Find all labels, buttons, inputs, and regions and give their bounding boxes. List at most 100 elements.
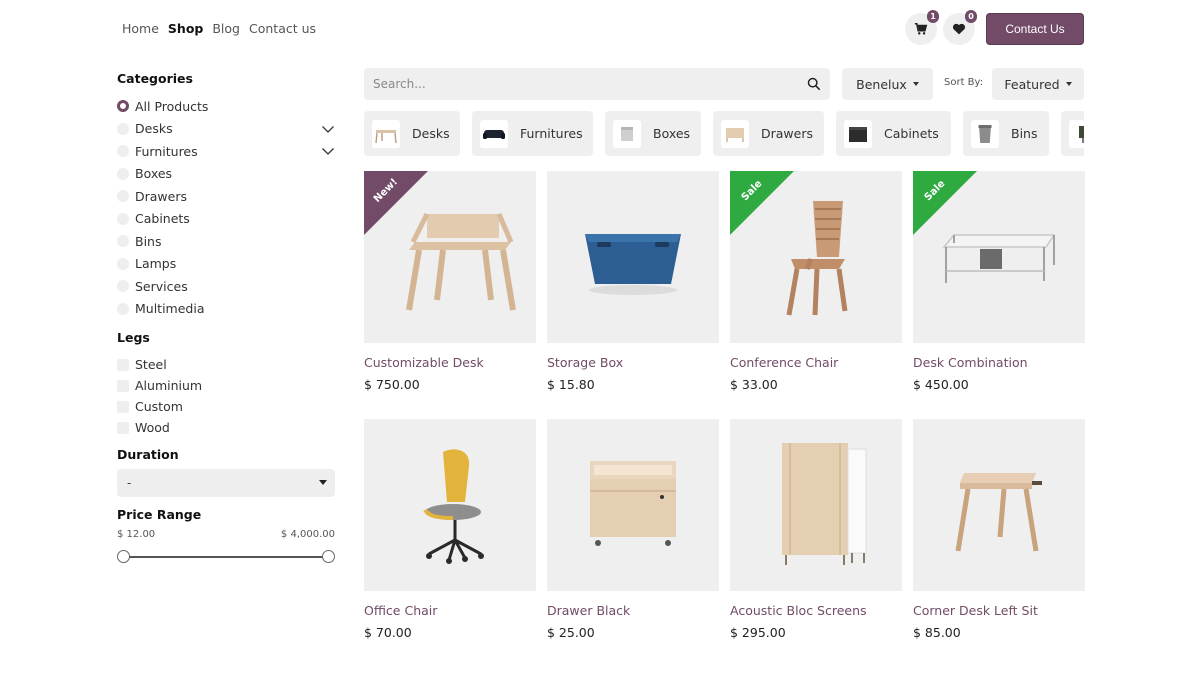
nav-home[interactable]: Home	[122, 20, 159, 38]
category-item[interactable]: Lamps	[117, 253, 335, 276]
sort-dropdown[interactable]: Featured	[992, 68, 1084, 100]
category-label: Bins	[135, 233, 162, 249]
product-name[interactable]: Corner Desk Left Sit	[913, 603, 1085, 619]
chip-furnitures[interactable]: Furnitures	[472, 111, 593, 156]
radio[interactable]	[117, 122, 129, 135]
wishlist-button[interactable]: 0	[943, 10, 977, 45]
chip-boxes[interactable]: Boxes	[605, 111, 701, 156]
chip-cabinets[interactable]: Cabinets	[836, 111, 951, 156]
category-item[interactable]: Drawers	[117, 185, 335, 208]
product-name[interactable]: Acoustic Bloc Screens	[730, 603, 902, 619]
chevron-down-icon[interactable]	[321, 122, 335, 136]
checkbox[interactable]	[117, 400, 129, 413]
product-name[interactable]: Drawer Black	[547, 603, 719, 619]
category-label: Boxes	[135, 166, 173, 182]
category-item[interactable]: Boxes	[117, 163, 335, 186]
category-item[interactable]: Desks	[117, 118, 335, 141]
product-image[interactable]	[730, 419, 902, 591]
product-card[interactable]: New! Customizable Desk $ 750.00	[364, 171, 536, 393]
product-card[interactable]: Drawer Black $ 25.00	[547, 419, 719, 641]
product-name[interactable]: Desk Combination	[913, 355, 1085, 371]
radio[interactable]	[117, 302, 129, 315]
category-item[interactable]: Multimedia	[117, 298, 335, 321]
legs-list: Steel Aluminium Custom Wood	[117, 354, 335, 438]
product-image[interactable]: New!	[364, 171, 536, 343]
chevron-down-icon[interactable]	[321, 144, 335, 158]
product-image[interactable]	[364, 419, 536, 591]
radio[interactable]	[117, 212, 129, 225]
product-price: $ 750.00	[364, 377, 420, 392]
product-name[interactable]: Conference Chair	[730, 355, 902, 371]
duration-title: Duration	[117, 447, 179, 462]
pricelist-dropdown[interactable]: Benelux	[842, 68, 933, 100]
category-item[interactable]: Services	[117, 275, 335, 298]
radio[interactable]	[117, 167, 129, 180]
radio[interactable]	[117, 145, 129, 158]
radio[interactable]	[117, 257, 129, 270]
product-price: $ 295.00	[730, 625, 786, 640]
product-name[interactable]: Storage Box	[547, 355, 719, 371]
product-card[interactable]: Corner Desk Left Sit $ 85.00	[913, 419, 1085, 641]
search-bar	[364, 68, 830, 100]
slider-track	[123, 556, 329, 558]
legs-label: Wood	[135, 420, 170, 435]
slider-min-handle[interactable]	[117, 550, 130, 563]
legs-option[interactable]: Steel	[117, 354, 335, 375]
search-icon[interactable]	[807, 77, 821, 91]
category-item[interactable]: Cabinets	[117, 208, 335, 231]
contact-us-button[interactable]: Contact Us	[986, 13, 1084, 45]
legs-option[interactable]: Aluminium	[117, 375, 335, 396]
category-label: Lamps	[135, 256, 177, 272]
chip-desks[interactable]: Desks	[364, 111, 460, 156]
chip-bins[interactable]: Bins	[963, 111, 1049, 156]
product-image[interactable]	[913, 419, 1085, 591]
nav-blog[interactable]: Blog	[212, 20, 240, 38]
search-input[interactable]	[373, 77, 807, 91]
cart-button[interactable]: 1	[905, 10, 939, 45]
desk-thumbnail	[372, 119, 400, 148]
product-image[interactable]	[547, 419, 719, 591]
categories-title: Categories	[117, 71, 193, 86]
category-item[interactable]: Furnitures	[117, 140, 335, 163]
product-image[interactable]: Sale	[730, 171, 902, 343]
price-range-title: Price Range	[117, 507, 202, 522]
nav-shop[interactable]: Shop	[168, 20, 203, 38]
nav-contact[interactable]: Contact us	[249, 20, 316, 38]
product-image[interactable]	[547, 171, 719, 343]
filters-sidebar: Categories All Products Desks Furnitures…	[117, 71, 335, 564]
legs-option[interactable]: Custom	[117, 396, 335, 417]
product-card[interactable]: Sale Conference Chair $ 33.00	[730, 171, 902, 393]
product-card[interactable]: Acoustic Bloc Screens $ 295.00	[730, 419, 902, 641]
duration-select[interactable]: -	[117, 469, 335, 497]
cart-count-badge: 1	[927, 10, 939, 23]
duration-value: -	[127, 476, 132, 490]
checkbox[interactable]	[117, 379, 129, 392]
product-card[interactable]: Office Chair $ 70.00	[364, 419, 536, 641]
product-price: $ 25.00	[547, 625, 595, 640]
radio-selected[interactable]	[117, 100, 129, 113]
slider-max-handle[interactable]	[322, 550, 335, 563]
product-name[interactable]: Customizable Desk	[364, 355, 536, 371]
acoustic-screen-image	[782, 443, 867, 565]
sort-label: Sort By:	[944, 77, 984, 88]
price-range-slider[interactable]	[117, 550, 335, 564]
sort-value: Featured	[1004, 76, 1060, 92]
checkbox[interactable]	[117, 358, 129, 371]
category-item[interactable]: All Products	[117, 95, 335, 118]
chip-lamps[interactable]	[1061, 111, 1084, 156]
category-item[interactable]: Bins	[117, 230, 335, 253]
product-card[interactable]: Storage Box $ 15.80	[547, 171, 719, 393]
legs-option[interactable]: Wood	[117, 417, 335, 438]
legs-label: Steel	[135, 357, 167, 372]
checkbox[interactable]	[117, 421, 129, 434]
product-name[interactable]: Office Chair	[364, 603, 536, 619]
radio[interactable]	[117, 280, 129, 293]
chip-drawers[interactable]: Drawers	[713, 111, 824, 156]
radio[interactable]	[117, 190, 129, 203]
radio[interactable]	[117, 235, 129, 248]
product-image[interactable]: Sale	[913, 171, 1085, 343]
product-card[interactable]: Sale Desk Combination $ 450.00	[913, 171, 1085, 393]
main-nav: Home Shop Blog Contact us	[122, 20, 325, 38]
chip-label: Bins	[1011, 126, 1038, 141]
storage-box-image	[585, 234, 681, 295]
